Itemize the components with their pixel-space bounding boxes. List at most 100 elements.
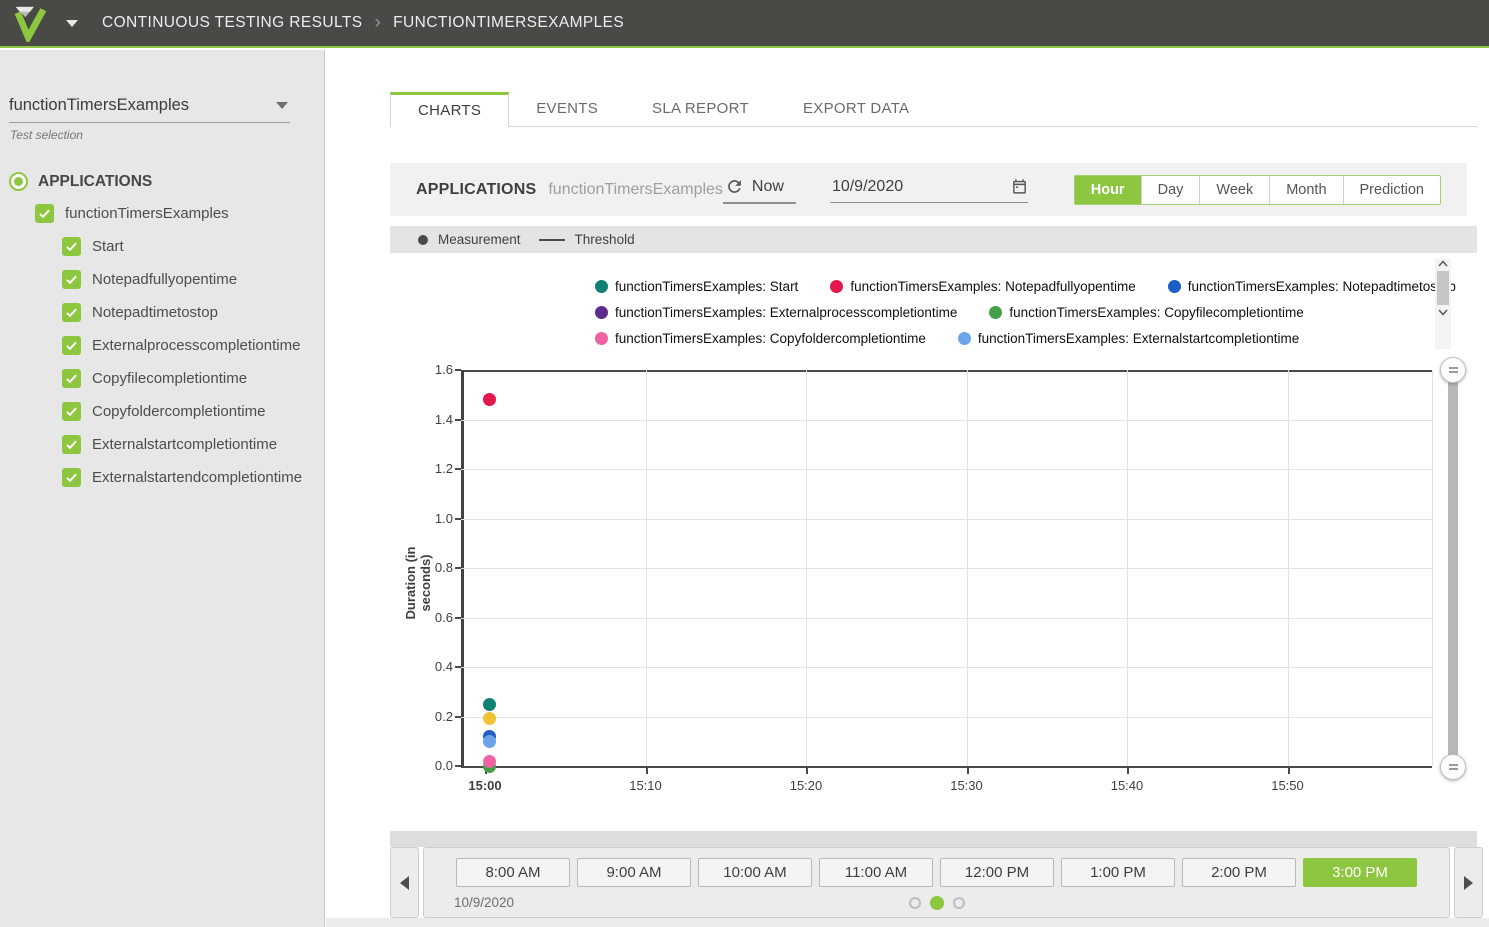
hour-button-2-00-pm[interactable]: 2:00 PM [1182, 858, 1296, 887]
checkbox-icon[interactable] [62, 435, 81, 454]
legend-item-functiontimersexamples-notepadtimetostop[interactable]: functionTimersExamples: Notepadtimetosto… [1168, 279, 1456, 294]
test-selection-dropdown[interactable]: functionTimersExamples [9, 96, 290, 123]
h-gridline [461, 568, 1432, 569]
pager-dot-1[interactable] [909, 897, 921, 909]
sidebar-item-label: Copyfoldercompletiontime [92, 403, 265, 420]
y-zoom-slider-handle-top[interactable] [1440, 357, 1466, 383]
y-tick-label: 0.4 [403, 659, 453, 674]
chevron-down-icon [276, 102, 288, 109]
timeline-pager [424, 894, 1449, 912]
timeline-next-button[interactable] [1454, 847, 1483, 918]
checkbox-icon[interactable] [62, 369, 81, 388]
next-arrow-icon [1464, 876, 1473, 890]
breadcrumb-root[interactable]: CONTINUOUS TESTING RESULTS [102, 14, 362, 32]
x-tick-label: 15:20 [774, 778, 838, 793]
y-zoom-slider-handle-bottom[interactable] [1440, 754, 1466, 780]
legend-item-functiontimersexamples-start[interactable]: functionTimersExamples: Start [595, 279, 798, 294]
x-tick-mark [967, 768, 969, 774]
hour-button-11-00-am[interactable]: 11:00 AM [819, 858, 933, 887]
sidebar-item-externalstartcompletiontime[interactable]: Externalstartcompletiontime [62, 428, 324, 461]
y-tick-label: 0.6 [403, 610, 453, 625]
data-point-functiontimersexamples-copyfoldercompletiontime[interactable] [483, 755, 496, 768]
toolbar-section-value: functionTimersExamples [548, 181, 723, 199]
sidebar-item-start[interactable]: Start [62, 230, 324, 263]
tab-export-data[interactable]: EXPORT DATA [776, 92, 936, 126]
h-gridline [461, 717, 1432, 718]
pager-dot-3[interactable] [953, 897, 965, 909]
range-button-day[interactable]: Day [1141, 176, 1200, 204]
y-tick-mark [455, 617, 461, 619]
measurement-legend-bar: Measurement Threshold [390, 226, 1477, 253]
legend-scroll-thumb[interactable] [1437, 271, 1449, 305]
date-input[interactable] [830, 177, 995, 197]
y-tick-mark [455, 567, 461, 569]
sidebar-item-functiontimersexamples[interactable]: functionTimersExamples [35, 197, 324, 230]
hour-button-3-00-pm[interactable]: 3:00 PM [1303, 858, 1417, 887]
sidebar-item-copyfilecompletiontime[interactable]: Copyfilecompletiontime [62, 362, 324, 395]
applications-radio[interactable]: APPLICATIONS [9, 172, 324, 191]
now-button[interactable]: Now [723, 175, 796, 204]
pager-dot-2[interactable] [930, 896, 944, 910]
legend-row: functionTimersExamples: Externalprocessc… [595, 299, 1422, 325]
data-point-functiontimersexamples-start[interactable] [483, 698, 496, 711]
tab-sla-report[interactable]: SLA REPORT [625, 92, 776, 126]
data-point-functiontimersexamples-notepadfullyopentime[interactable] [483, 393, 496, 406]
checkbox-icon[interactable] [62, 468, 81, 487]
checkbox-icon[interactable] [35, 204, 54, 223]
measurement-dot-icon [418, 235, 428, 245]
hour-button-9-00-am[interactable]: 9:00 AM [577, 858, 691, 887]
data-point-functiontimersexamples-externalstartendcompletiontime[interactable] [483, 712, 496, 725]
hour-button-10-00-am[interactable]: 10:00 AM [698, 858, 812, 887]
chart-toolbar: APPLICATIONS functionTimersExamples Now … [390, 163, 1467, 216]
y-zoom-slider-track[interactable] [1448, 370, 1458, 768]
checkbox-icon[interactable] [62, 303, 81, 322]
y-tick-label: 1.4 [403, 412, 453, 427]
h-gridline [461, 469, 1432, 470]
checkbox-icon[interactable] [62, 402, 81, 421]
sidebar-item-label: Copyfilecompletiontime [92, 370, 247, 387]
sidebar-item-copyfoldercompletiontime[interactable]: Copyfoldercompletiontime [62, 395, 324, 428]
app-menu-caret-icon[interactable] [66, 20, 78, 27]
sidebar-item-notepadfullyopentime[interactable]: Notepadfullyopentime [62, 263, 324, 296]
y-tick-label: 0.0 [403, 758, 453, 773]
y-tick-label: 1.2 [403, 461, 453, 476]
range-button-week[interactable]: Week [1199, 176, 1269, 204]
series-dot-icon [958, 332, 971, 345]
legend-item-functiontimersexamples-externalprocesscompletiontime[interactable]: functionTimersExamples: Externalprocessc… [595, 305, 957, 320]
range-button-month[interactable]: Month [1269, 176, 1342, 204]
tab-events[interactable]: EVENTS [509, 92, 625, 126]
checkbox-icon[interactable] [62, 336, 81, 355]
measurement-label: Measurement [438, 232, 521, 247]
v-gridline [967, 370, 968, 766]
h-gridline [461, 667, 1432, 668]
hour-button-row: 8:00 AM9:00 AM10:00 AM11:00 AM12:00 PM1:… [424, 858, 1449, 887]
y-tick-mark [455, 716, 461, 718]
scroll-down-icon[interactable] [1437, 308, 1449, 317]
checkbox-icon[interactable] [62, 237, 81, 256]
range-button-prediction[interactable]: Prediction [1343, 176, 1440, 204]
scroll-up-icon[interactable] [1437, 259, 1449, 268]
timeline-prev-button[interactable] [390, 847, 419, 918]
legend-label: functionTimersExamples: Copyfoldercomple… [615, 331, 926, 346]
hour-button-8-00-am[interactable]: 8:00 AM [456, 858, 570, 887]
legend-item-functiontimersexamples-externalstartcompletiontime[interactable]: functionTimersExamples: Externalstartcom… [958, 331, 1299, 346]
checkbox-icon[interactable] [62, 270, 81, 289]
legend-item-functiontimersexamples-copyfilecompletiontime[interactable]: functionTimersExamples: Copyfilecompleti… [989, 305, 1303, 320]
legend-item-functiontimersexamples-notepadfullyopentime[interactable]: functionTimersExamples: Notepadfullyopen… [830, 279, 1135, 294]
hour-button-1-00-pm[interactable]: 1:00 PM [1061, 858, 1175, 887]
sidebar-item-externalprocesscompletiontime[interactable]: Externalprocesscompletiontime [62, 329, 324, 362]
range-button-hour[interactable]: Hour [1075, 176, 1141, 204]
legend-item-functiontimersexamples-copyfoldercompletiontime[interactable]: functionTimersExamples: Copyfoldercomple… [595, 331, 926, 346]
hour-button-12-00-pm[interactable]: 12:00 PM [940, 858, 1054, 887]
calendar-icon[interactable] [1011, 178, 1028, 195]
x-axis-line [461, 766, 1432, 768]
tab-charts[interactable]: CHARTS [390, 92, 509, 127]
legend-label: functionTimersExamples: Copyfilecompleti… [1009, 305, 1303, 320]
timeline-date-label: 10/9/2020 [454, 895, 514, 910]
sidebar-item-externalstartendcompletiontime[interactable]: Externalstartendcompletiontime [62, 461, 324, 494]
main-content: CHARTSEVENTSSLA REPORTEXPORT DATA APPLIC… [326, 50, 1489, 927]
app-logo-icon[interactable] [12, 4, 50, 42]
data-point-functiontimersexamples-externalstartcompletiontime[interactable] [483, 735, 496, 748]
sidebar-item-notepadtimetostop[interactable]: Notepadtimetostop [62, 296, 324, 329]
breadcrumb-current: FUNCTIONTIMERSEXAMPLES [393, 14, 624, 32]
